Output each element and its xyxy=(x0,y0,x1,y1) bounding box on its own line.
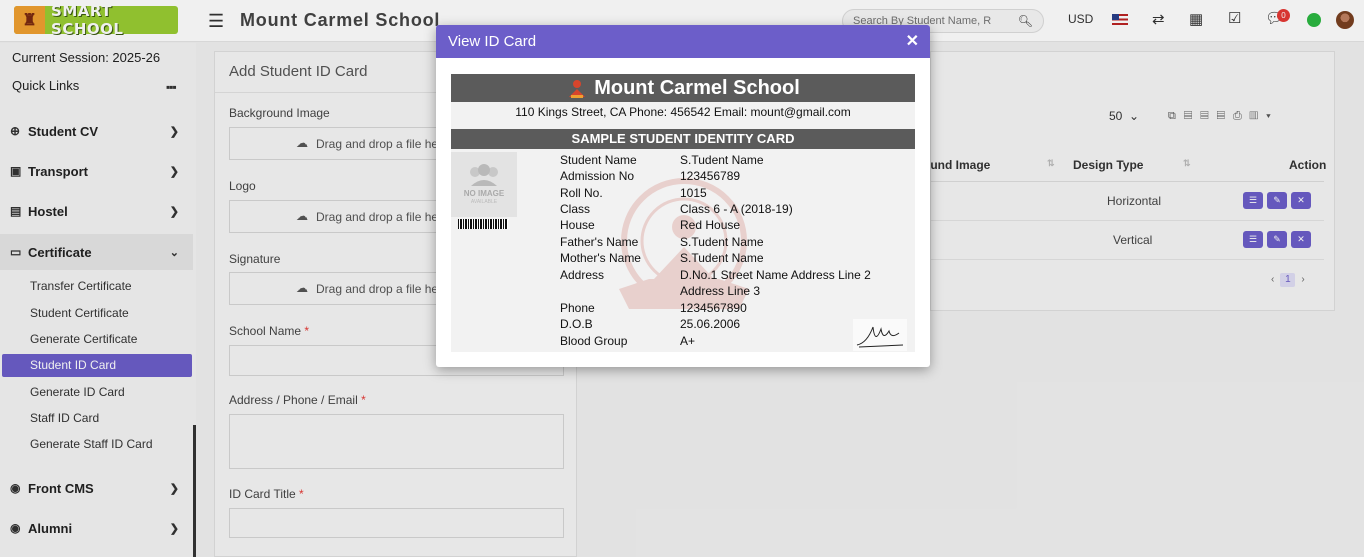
field-key: Phone xyxy=(560,301,595,315)
field-key: Student Name xyxy=(560,153,637,167)
field-value: S.Tudent Name xyxy=(680,235,764,249)
field-value: S.Tudent Name xyxy=(680,251,764,265)
modal-header: View ID Card ✕ xyxy=(436,25,930,58)
field-key: House xyxy=(560,218,595,232)
close-icon[interactable]: ✕ xyxy=(906,31,919,51)
field-key: Mother's Name xyxy=(560,251,641,265)
card-school-name: Mount Carmel School xyxy=(594,76,800,99)
field-value: D.No.1 Street Name Address Line 2 xyxy=(680,268,871,282)
field-key: Roll No. xyxy=(560,186,603,200)
field-value: Class 6 - A (2018-19) xyxy=(680,202,793,216)
card-address: 110 Kings Street, CA Phone: 456542 Email… xyxy=(515,105,851,119)
field-key: Address xyxy=(560,268,605,282)
school-logo-icon xyxy=(569,80,586,98)
field-value: S.Tudent Name xyxy=(680,153,764,167)
modal-title: View ID Card xyxy=(448,33,537,50)
field-key: Class xyxy=(560,202,591,216)
field-key: Father's Name xyxy=(560,235,639,249)
no-image-subtext: AVAILABLE xyxy=(470,199,498,205)
no-image-text: NO IMAGE xyxy=(463,189,505,198)
field-value: 1234567890 xyxy=(680,301,747,315)
card-title-band: SAMPLE STUDENT IDENTITY CARD xyxy=(451,129,915,149)
field-value: Red House xyxy=(680,218,741,232)
field-key: D.O.B xyxy=(560,317,593,331)
field-value: 1015 xyxy=(680,186,707,200)
barcode xyxy=(458,219,508,229)
field-value: 123456789 xyxy=(680,169,741,183)
field-value: A+ xyxy=(680,334,696,348)
field-value: Address Line 3 xyxy=(680,284,761,298)
signature-image xyxy=(853,319,907,351)
field-key: Blood Group xyxy=(560,334,628,348)
user-silhouette-icon xyxy=(470,164,498,186)
card-header: Mount Carmel School xyxy=(451,74,915,102)
student-photo-placeholder: NO IMAGE AVAILABLE xyxy=(451,152,517,217)
field-value: 25.06.2006 xyxy=(680,317,741,331)
id-card-preview: Mount Carmel School 110 Kings Street, CA… xyxy=(451,74,915,352)
view-id-card-modal: View ID Card ✕ Mount Carmel School 110 K… xyxy=(436,25,930,367)
field-key: Admission No xyxy=(560,169,635,183)
